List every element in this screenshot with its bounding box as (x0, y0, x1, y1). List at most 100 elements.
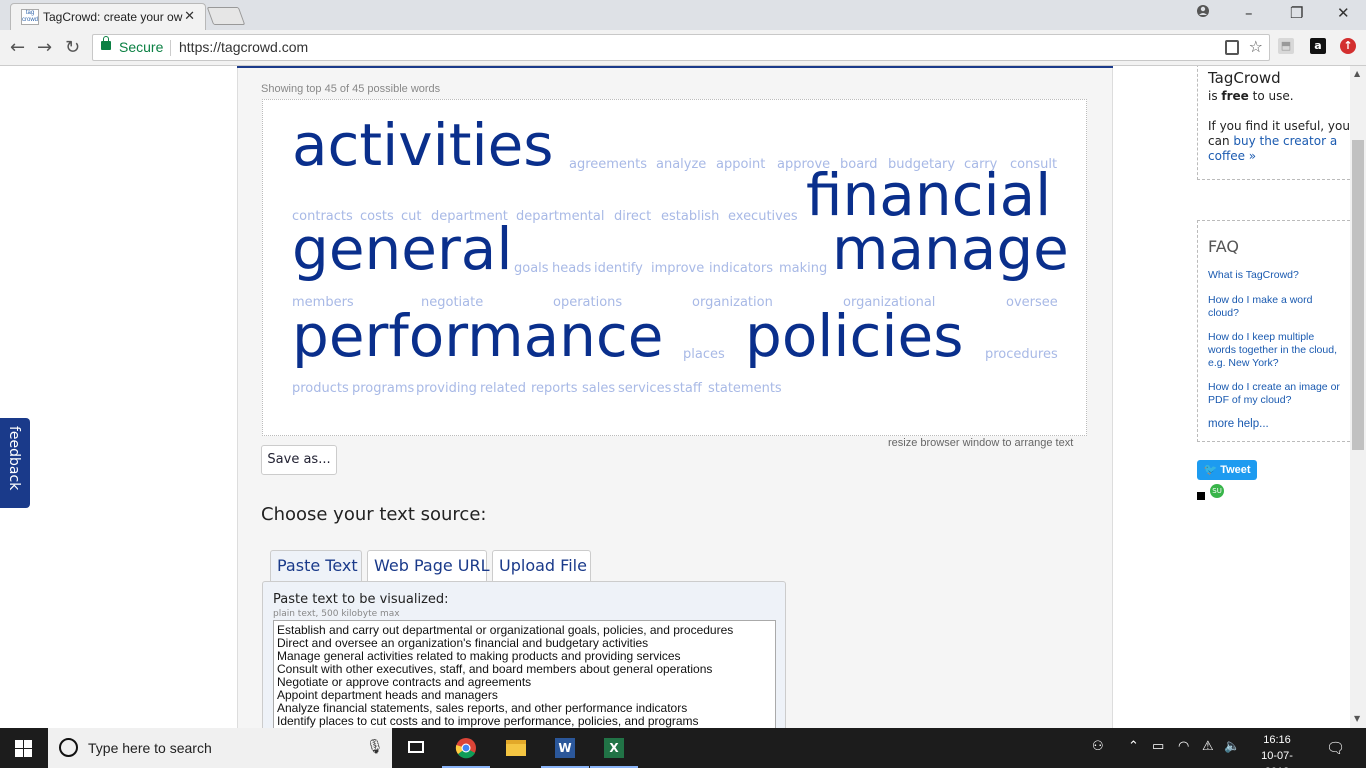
people-icon[interactable]: ⚇ (1092, 739, 1104, 754)
minimize-button[interactable]: – (1245, 4, 1253, 22)
cloud-word-direct[interactable]: direct (614, 210, 651, 223)
window-close-button[interactable]: ✕ (1337, 4, 1350, 22)
tweet-button[interactable]: 🐦 Tweet (1197, 460, 1257, 480)
shield-blocked-icon[interactable] (1225, 40, 1239, 55)
cortana-icon (59, 738, 78, 757)
back-arrow-icon[interactable]: ← (10, 37, 25, 58)
tab-close-icon[interactable]: ✕ (184, 9, 195, 24)
paste-text-panel: Paste text to be visualized: plain text,… (262, 581, 786, 728)
clock-time: 16:16 (1263, 734, 1291, 746)
free-prefix: is (1208, 89, 1222, 103)
cloud-word-establish[interactable]: establish (661, 210, 719, 223)
windows-start-icon[interactable] (15, 740, 33, 757)
cloud-word-procedures[interactable]: procedures (985, 348, 1058, 361)
more-help-link[interactable]: more help... (1208, 418, 1343, 431)
stumbleupon-icon[interactable]: SU (1210, 484, 1225, 498)
volume-icon[interactable]: 🔈 (1224, 739, 1240, 754)
cloud-word-oversee[interactable]: oversee (1006, 296, 1058, 309)
cloud-word-identify[interactable]: identify (594, 262, 643, 275)
word-taskbar-icon[interactable]: W (541, 728, 589, 768)
new-tab-button[interactable] (206, 7, 246, 25)
cloud-word-sales[interactable]: sales (582, 382, 615, 395)
faq-link[interactable]: What is TagCrowd? (1208, 269, 1343, 282)
feedback-tab[interactable]: feedback (0, 418, 30, 508)
pdf-extension-icon[interactable]: ⬒ (1278, 38, 1294, 54)
showing-count-text: Showing top 45 of 45 possible words (261, 83, 441, 95)
cloud-word-manage[interactable]: manage (832, 220, 1069, 278)
cloud-word-executives[interactable]: executives (728, 210, 798, 223)
save-as-button[interactable]: Save as... (261, 445, 337, 475)
show-hidden-icons-icon[interactable]: ⌃ (1128, 739, 1139, 754)
cloud-word-policies[interactable]: policies (745, 307, 963, 365)
cloud-word-statements[interactable]: statements (708, 382, 782, 395)
cloud-word-providing[interactable]: providing (416, 382, 477, 395)
feedback-label: feedback (6, 426, 22, 491)
taskbar-search-box[interactable]: Type here to search 🎙 (48, 728, 392, 768)
tab-paste-text[interactable]: Paste Text (270, 550, 362, 581)
cloud-word-places[interactable]: places (683, 348, 725, 361)
cloud-word-appoint[interactable]: appoint (716, 158, 765, 171)
free-suffix: to use. (1248, 89, 1294, 103)
url-text[interactable]: https://tagcrowd.com (179, 39, 308, 55)
brand-name: TagCrowd (1208, 69, 1281, 87)
web-page: Showing top 45 of 45 possible words acti… (0, 66, 1350, 728)
cloud-word-indicators[interactable]: indicators (709, 262, 773, 275)
reload-icon[interactable]: ↻ (65, 37, 80, 58)
clock-date: 10-07-2018 (1261, 750, 1293, 778)
cloud-word-heads[interactable]: heads (552, 262, 591, 275)
profile-icon[interactable] (1196, 4, 1210, 22)
browser-tab[interactable]: tagcrowd TagCrowd: create your own word … (10, 3, 206, 30)
cloud-word-performance[interactable]: performance (292, 307, 663, 365)
secure-label: Secure (119, 39, 164, 55)
cloud-word-staff[interactable]: staff (673, 382, 702, 395)
address-bar[interactable]: Secure https://tagcrowd.com ☆ (92, 34, 1270, 61)
volume-warning-icon[interactable]: ⚠ (1202, 739, 1214, 754)
file-explorer-icon[interactable] (492, 728, 540, 768)
notifications-icon[interactable]: 🗨 (1326, 739, 1345, 757)
cloud-word-products[interactable]: products (292, 382, 349, 395)
faq-link[interactable]: How do I keep multiple words together in… (1208, 331, 1343, 370)
page-scrollbar[interactable]: ▲ ▼ (1350, 66, 1366, 728)
faq-box: FAQ What is TagCrowd? How do I make a wo… (1197, 220, 1350, 442)
cloud-word-agreements[interactable]: agreements (569, 158, 647, 171)
word-cloud: activities agreements analyze appoint approv… (262, 99, 1087, 436)
forward-arrow-icon[interactable]: → (37, 37, 52, 58)
cloud-word-related[interactable]: related (480, 382, 526, 395)
cloud-word-departmental[interactable]: departmental (516, 210, 605, 223)
scroll-up-icon[interactable]: ▲ (1354, 69, 1360, 78)
search-placeholder: Type here to search (88, 740, 212, 756)
microphone-icon[interactable]: 🎙 (366, 739, 384, 755)
delicious-icon[interactable] (1197, 492, 1205, 500)
cloud-word-services[interactable]: services (618, 382, 671, 395)
cloud-word-programs[interactable]: programs (352, 382, 414, 395)
scrollbar-thumb[interactable] (1352, 140, 1364, 450)
cloud-word-reports[interactable]: reports (531, 382, 577, 395)
maximize-button[interactable]: ❐ (1290, 4, 1303, 22)
cloud-word-activities[interactable]: activities (292, 116, 553, 174)
cloud-word-goals[interactable]: goals (514, 262, 549, 275)
lock-icon (101, 36, 111, 50)
resize-note: resize browser window to arrange text (888, 437, 1074, 449)
bookmark-star-icon[interactable]: ☆ (1249, 37, 1263, 56)
upload-extension-icon[interactable]: ↑ (1340, 38, 1356, 54)
tab-upload-file[interactable]: Upload File (492, 550, 591, 581)
cloud-word-general[interactable]: general (292, 220, 512, 278)
taskbar-clock[interactable]: 16:16 10-07-2018 (1252, 732, 1302, 780)
faq-link[interactable]: How do I create an image or PDF of my cl… (1208, 381, 1343, 407)
wifi-icon[interactable]: ◠ (1178, 739, 1189, 754)
choose-source-heading: Choose your text source: (261, 504, 487, 525)
amazon-extension-icon[interactable]: a (1310, 38, 1326, 54)
cloud-word-improve[interactable]: improve (651, 262, 704, 275)
useful-text: If you find it useful, you can buy the c… (1208, 119, 1350, 164)
paste-label: Paste text to be visualized: (273, 592, 449, 607)
cloud-word-analyze[interactable]: analyze (656, 158, 706, 171)
excel-taskbar-icon[interactable]: X (590, 728, 638, 768)
tab-web-page-url[interactable]: Web Page URL (367, 550, 490, 581)
task-view-icon[interactable] (392, 728, 440, 768)
battery-icon[interactable]: ▭ (1152, 739, 1164, 754)
paste-textarea[interactable]: Establish and carry out departmental or … (273, 620, 776, 728)
cloud-word-making[interactable]: making (779, 262, 827, 275)
faq-link[interactable]: How do I make a word cloud? (1208, 294, 1343, 320)
chrome-taskbar-icon[interactable] (442, 728, 490, 768)
scroll-down-icon[interactable]: ▼ (1354, 714, 1360, 723)
